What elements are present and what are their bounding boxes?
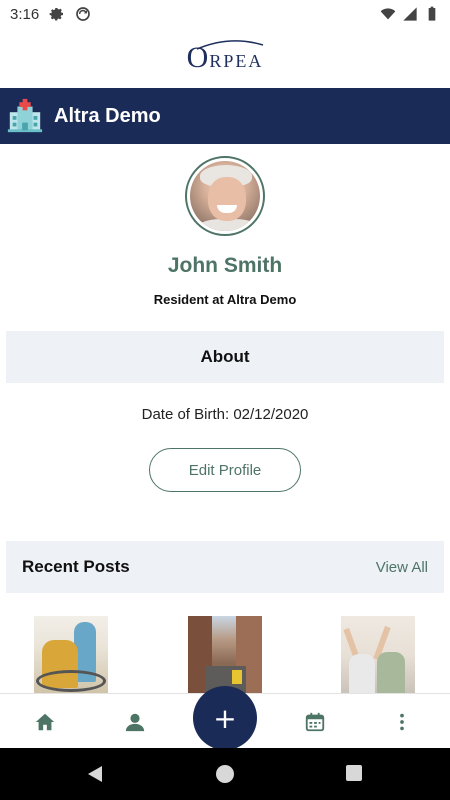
sync-icon [76,7,91,21]
post-thumbnail-1[interactable] [34,616,108,694]
post-2-flag [232,670,242,684]
recent-apps-button[interactable] [346,765,362,781]
logo-rest: RPEA [209,51,264,71]
post-thumbnail-2[interactable] [188,616,262,694]
profile-icon [125,713,145,732]
status-left: 3:16 [10,6,91,23]
back-icon[interactable] [86,765,104,783]
avatar[interactable] [185,156,265,236]
recent-posts-title: Recent Posts [22,557,130,576]
app-screen: 3:16 ORPEA Altra Demo John Smith Residen… [0,0,450,800]
home-icon [35,713,55,731]
recent-posts-header: Recent Posts View All [6,541,444,593]
wifi-icon [380,8,396,20]
nav-more[interactable] [390,710,414,734]
gear-icon [49,8,64,21]
post-1-wheel [36,670,106,692]
post-3-person-b [377,652,405,694]
profile-name: John Smith [167,254,283,277]
system-home-button[interactable] [216,765,234,783]
about-section-header: About [6,331,444,383]
logo-swoosh-icon [196,40,263,50]
brand-logo: ORPEA [187,40,264,75]
post-3-person-a [349,654,375,694]
nav-calendar[interactable] [303,710,327,734]
edit-profile-button[interactable]: Edit Profile [149,448,301,492]
more-icon [400,713,404,731]
avatar-face-shape [208,177,246,221]
avatar-photo [190,161,260,231]
building-icon [7,98,43,133]
recent-posts-list [0,616,450,694]
header-title: Altra Demo [54,104,161,127]
android-navigation-bar [0,748,450,800]
add-button[interactable]: + [193,686,257,750]
nav-home[interactable] [33,710,57,734]
calendar-icon [305,712,325,732]
battery-icon [428,6,436,21]
post-thumbnail-3[interactable] [341,616,415,694]
status-right [380,6,440,22]
header-bar: Altra Demo [0,88,450,144]
date-of-birth: Date of Birth: 02/12/2020 [141,406,309,423]
nav-profile[interactable] [123,710,147,734]
signal-icon [403,7,417,21]
profile-subtitle: Resident at Altra Demo [153,292,297,307]
status-time: 3:16 [10,5,40,23]
brand-logo-area: ORPEA [0,34,450,82]
status-bar: 3:16 [0,0,450,28]
view-all-link[interactable]: View All [376,559,428,576]
